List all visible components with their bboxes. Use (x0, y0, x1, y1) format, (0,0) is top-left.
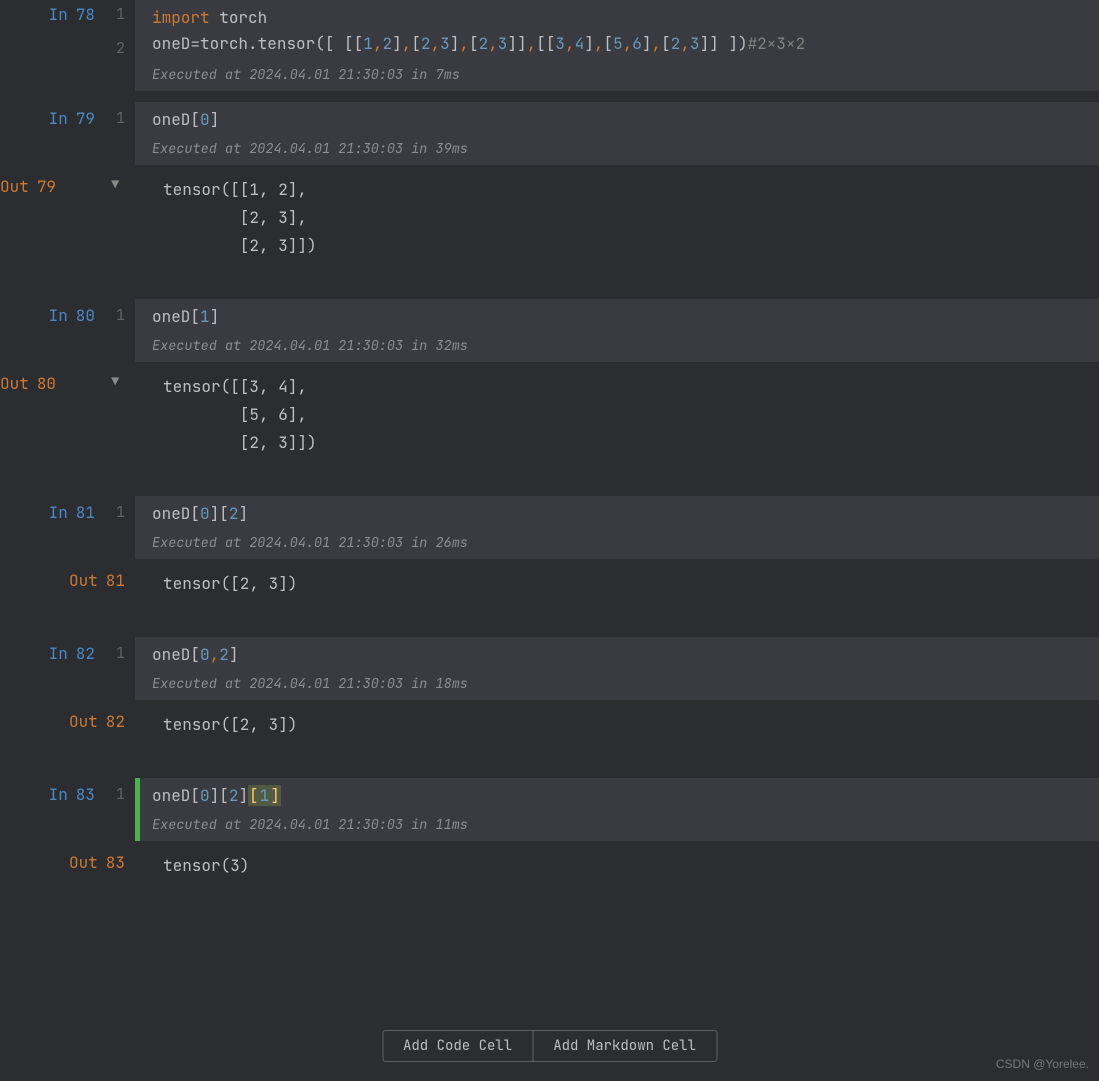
code-line-2[interactable]: oneD=torch.tensor([ [[1,2],[2,3],[2,3]],… (152, 32, 1087, 56)
gutter (0, 138, 135, 166)
code-input[interactable]: oneD[0][2] (135, 496, 1099, 532)
gutter: In 78 1 (0, 0, 135, 32)
output-text: tensor([2, 3]) (135, 701, 1099, 753)
prompt-number: 83 (76, 784, 95, 805)
output-text: tensor([[3, 4], [5, 6], [2, 3]]) (135, 363, 1099, 471)
in-prompt: In 80 (49, 305, 95, 326)
gutter: In 81 1 (0, 496, 135, 528)
code-line[interactable]: oneD[0][2] (152, 502, 1087, 526)
prompt-label: Out (69, 852, 98, 873)
prompt-number: 79 (37, 176, 56, 197)
gutter: 2 (0, 32, 135, 64)
chevron-down-icon[interactable]: ▼ (111, 176, 119, 193)
cell-80: In 80 1 oneD[1] Executed at 2024.04.01 2… (0, 299, 1099, 471)
code-input[interactable]: oneD[1] (135, 299, 1099, 335)
cell-83: In 83 1 oneD[0][2][1] Executed at 2024.0… (0, 778, 1099, 894)
cell-79: In 79 1 oneD[0] Executed at 2024.04.01 2… (0, 102, 1099, 274)
code-input[interactable]: oneD[0,2] (135, 637, 1099, 673)
gutter (0, 64, 135, 92)
execution-status: Executed at 2024.04.01 21:30:03 in 11ms (135, 814, 1099, 841)
gutter: In 80 1 (0, 299, 135, 331)
execution-status: Executed at 2024.04.01 21:30:03 in 7ms (135, 64, 1099, 91)
cell-82: In 82 1 oneD[0,2] Executed at 2024.04.01… (0, 637, 1099, 753)
line-number: 1 (105, 784, 125, 804)
prompt-label: In (49, 305, 68, 326)
code-line[interactable]: oneD[0,2] (152, 643, 1087, 667)
code-input[interactable]: oneD[0][2][1] (135, 778, 1099, 814)
code-line[interactable]: oneD[0][2][1] (152, 784, 1087, 808)
add-code-cell-button[interactable]: Add Code Cell (383, 1031, 533, 1061)
gutter: Out 79 ▼ (0, 166, 135, 198)
line-number: 1 (105, 502, 125, 522)
cell-add-buttons: Add Code Cell Add Markdown Cell (382, 1030, 717, 1062)
gutter: Out 81 (0, 560, 135, 592)
out-prompt: Out 82 (69, 711, 125, 732)
gutter (0, 814, 135, 842)
prompt-label: Out (0, 176, 29, 197)
watermark-text: CSDN @Yorelee. (996, 1057, 1089, 1071)
out-prompt: Out 81 (69, 570, 125, 591)
line-number: 2 (105, 38, 125, 58)
code-line[interactable]: oneD[0] (152, 108, 1087, 132)
prompt-number: 80 (37, 373, 56, 394)
gutter: In 83 1 (0, 778, 135, 810)
prompt-label: In (49, 108, 68, 129)
execution-status: Executed at 2024.04.01 21:30:03 in 32ms (135, 335, 1099, 362)
prompt-number: 82 (76, 643, 95, 664)
in-prompt: In 82 (49, 643, 95, 664)
prompt-label: In (49, 784, 68, 805)
output-text: tensor([2, 3]) (135, 560, 1099, 612)
prompt-label: In (49, 4, 68, 25)
code-input[interactable]: oneD[0] (135, 102, 1099, 138)
prompt-number: 80 (76, 305, 95, 326)
out-prompt: Out 80 (0, 373, 56, 394)
out-prompt: Out 83 (69, 852, 125, 873)
code-line[interactable]: oneD[1] (152, 305, 1087, 329)
prompt-label: Out (69, 711, 98, 732)
chevron-down-icon[interactable]: ▼ (111, 373, 119, 390)
prompt-label: In (49, 502, 68, 523)
gutter: Out 83 (0, 842, 135, 874)
code-input[interactable]: oneD=torch.tensor([ [[1,2],[2,3],[2,3]],… (135, 32, 1099, 64)
prompt-number: 81 (106, 570, 125, 591)
line-number: 1 (105, 4, 125, 24)
gutter (0, 673, 135, 701)
in-prompt: In 79 (49, 108, 95, 129)
prompt-label: Out (69, 570, 98, 591)
gutter: In 79 1 (0, 102, 135, 134)
code-input[interactable]: import torch (135, 0, 1099, 32)
execution-status: Executed at 2024.04.01 21:30:03 in 39ms (135, 138, 1099, 165)
gutter: In 82 1 (0, 637, 135, 669)
in-prompt: In 83 (49, 784, 95, 805)
output-text: tensor([[1, 2], [2, 3], [2, 3]]) (135, 166, 1099, 274)
code-line-1[interactable]: import torch (152, 6, 1087, 30)
gutter (0, 532, 135, 560)
prompt-number: 82 (106, 711, 125, 732)
in-prompt: In 78 (49, 4, 95, 25)
prompt-label: In (49, 643, 68, 664)
execution-status: Executed at 2024.04.01 21:30:03 in 18ms (135, 673, 1099, 700)
gutter: Out 80 ▼ (0, 363, 135, 395)
add-markdown-cell-button[interactable]: Add Markdown Cell (533, 1031, 716, 1061)
prompt-number: 79 (76, 108, 95, 129)
cell-81: In 81 1 oneD[0][2] Executed at 2024.04.0… (0, 496, 1099, 612)
cell-78: In 78 1 import torch 2 oneD=torch.tensor… (0, 0, 1099, 92)
execution-status: Executed at 2024.04.01 21:30:03 in 26ms (135, 532, 1099, 559)
line-number: 1 (105, 305, 125, 325)
line-number: 1 (105, 108, 125, 128)
prompt-number: 78 (76, 4, 95, 25)
line-number: 1 (105, 643, 125, 663)
gutter: Out 82 (0, 701, 135, 733)
prompt-number: 83 (106, 852, 125, 873)
in-prompt: In 81 (49, 502, 95, 523)
prompt-number: 81 (76, 502, 95, 523)
prompt-label: Out (0, 373, 29, 394)
out-prompt: Out 79 (0, 176, 56, 197)
gutter (0, 335, 135, 363)
output-text: tensor(3) (135, 842, 1099, 894)
